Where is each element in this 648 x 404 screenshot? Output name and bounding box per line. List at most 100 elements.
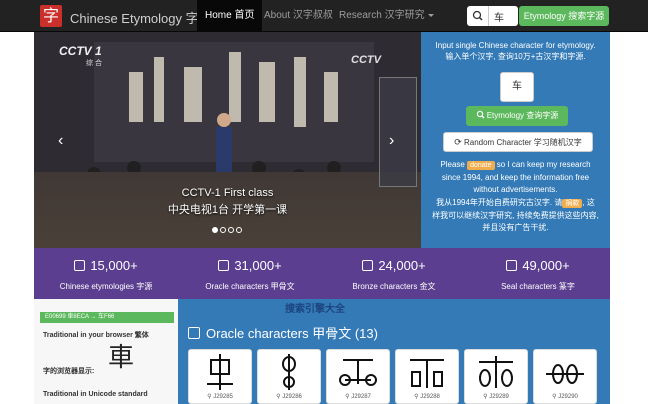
search-icon: ⚲ — [414, 394, 419, 400]
oracle-card-id-text: J29287 — [351, 394, 371, 400]
stat-bronze-value: 24,000+ — [378, 258, 426, 273]
stat-etymologies[interactable]: 15,000+ Chinese etymologies 字源 — [34, 248, 178, 299]
cctv1-sublabel: 综 合 — [86, 60, 102, 67]
traditional-character: 車 — [108, 343, 135, 373]
oracle-card-id-text: J29285 — [213, 394, 233, 400]
nav-home[interactable]: Home 首页 — [197, 0, 263, 32]
refresh-icon: ⟳ — [454, 137, 462, 147]
search-icon: ⚲ — [345, 394, 350, 400]
nav-research[interactable]: Research 汉字研究 — [331, 0, 442, 32]
program-sign — [379, 77, 417, 187]
donate-button[interactable]: donate — [467, 161, 495, 170]
oracle-card-id: ⚲ J29285 — [189, 393, 251, 403]
oracle-title: Oracle characters 甲骨文 (13) — [188, 323, 378, 342]
watermark-logo: 搜索引擎大全 — [285, 304, 345, 315]
search-icon: ⚲ — [552, 394, 557, 400]
carousel-dot[interactable] — [212, 227, 218, 233]
stat-seal-value: 49,000+ — [522, 258, 570, 273]
chevron-down-icon — [427, 13, 434, 17]
random-character-label: Random Character 学习随机汉字 — [463, 138, 582, 147]
oracle-card[interactable]: ⚲ J29288 — [395, 349, 459, 404]
carousel-dot[interactable] — [220, 227, 226, 233]
search-icon: ⚲ — [207, 394, 212, 400]
carousel-next-arrow[interactable]: › — [389, 132, 394, 150]
site-logo[interactable]: 字 — [40, 5, 62, 27]
traditional-unicode-label: Traditional in Unicode standard — [43, 391, 148, 398]
lookup-panel: Input single Chinese character for etymo… — [421, 32, 610, 248]
oracle-card-id: ⚲ J29290 — [534, 393, 596, 403]
hdd-icon — [362, 260, 374, 271]
oracle-glyph-image — [410, 359, 444, 388]
edit-icon — [218, 260, 230, 271]
carousel[interactable]: CCTV 1 综 合 CCTV ‹ › CCTV-1 First class 中… — [34, 32, 421, 248]
navbar: 字 Chinese Etymology 字源 Home 首页 About 汉字叔… — [0, 0, 648, 32]
stat-bronze[interactable]: 24,000+ Bronze characters 金文 — [322, 248, 466, 299]
oracle-panel: Oracle characters 甲骨文 (13) ⚲ J29285 ⚲ J2… — [178, 299, 610, 404]
zh-line2: 样我可以继续汉字研究, 持续免费提供这些内容, — [432, 211, 599, 220]
oracle-card-id: ⚲ J29287 — [327, 393, 389, 403]
cctv-logo: CCTV — [351, 54, 381, 66]
browser-display-label: 字的浏览器显示: — [43, 368, 95, 375]
unicode-panel: E00699 車8ECA → 车F66 Traditional in your … — [34, 299, 178, 404]
etymology-search-button[interactable]: Etymology 搜索字源 — [519, 6, 609, 26]
list-icon — [74, 260, 86, 271]
oracle-card[interactable]: ⚲ J29286 — [257, 349, 321, 404]
stat-seal-label: Seal characters 篆字 — [501, 282, 575, 291]
unicode-badge: E00699 車8ECA → 车F66 — [40, 312, 174, 323]
book-icon — [506, 260, 518, 271]
stat-oracle-number: 31,000+ — [178, 258, 322, 273]
carousel-dot[interactable] — [236, 227, 242, 233]
zh-line1-post: , 这 — [582, 198, 595, 207]
donate-zh-button[interactable]: 捐款 — [562, 199, 583, 208]
stats-bar: 15,000+ Chinese etymologies 字源 31,000+ O… — [34, 248, 610, 299]
oracle-card-id-text: J29289 — [489, 394, 509, 400]
search-icon: ⚲ — [276, 394, 281, 400]
nav-about[interactable]: About 汉字叔叔 — [256, 0, 341, 32]
oracle-title-text: Oracle characters 甲骨文 (13) — [206, 326, 378, 341]
character-input[interactable]: 车 — [500, 72, 534, 102]
search-input[interactable] — [491, 6, 518, 26]
stat-oracle[interactable]: 31,000+ Oracle characters 甲骨文 — [178, 248, 322, 299]
carousel-caption-en: CCTV-1 First class — [181, 187, 274, 199]
carousel-dot[interactable] — [228, 227, 234, 233]
carousel-caption-zh: 中央电视1台 开学第一课 — [167, 204, 288, 216]
instruction-en: Input single Chinese character for etymo… — [435, 41, 596, 50]
research-line2: since 1994, and keep the information fre… — [441, 173, 590, 182]
research-line3: without advertisements. — [473, 185, 558, 194]
search-icon: ⚲ — [483, 394, 488, 400]
carousel-indicators — [212, 220, 244, 233]
donate-pre-text: Please — [440, 160, 465, 169]
oracle-glyph-image — [282, 354, 296, 390]
oracle-card[interactable]: ⚲ J29289 — [464, 349, 528, 404]
stat-bronze-label: Bronze characters 金文 — [352, 282, 436, 291]
search-group — [467, 6, 518, 26]
oracle-card-id: ⚲ J29286 — [258, 393, 320, 403]
etymology-lookup-label: Etymology 查询字源 — [486, 111, 559, 120]
oracle-card[interactable]: ⚲ J29287 — [326, 349, 390, 404]
etymology-lookup-button[interactable]: Etymology 查询字源 — [466, 106, 568, 126]
edit-icon — [188, 327, 200, 339]
zh-line1: 我从1994年开始自费研究古汉字. 请捐款, 这 — [421, 198, 610, 208]
stat-seal[interactable]: 49,000+ Seal characters 篆字 — [466, 248, 610, 299]
instruction-zh: 输入单个汉字, 查询10万+古汉字和字源. — [445, 52, 586, 61]
oracle-card-id: ⚲ J29288 — [396, 393, 458, 403]
brand-name[interactable]: Chinese Etymology 字源 — [70, 8, 212, 27]
oracle-card-id-text: J29290 — [558, 394, 578, 400]
oracle-card[interactable]: ⚲ J29290 — [533, 349, 597, 404]
oracle-glyph-image — [546, 364, 584, 384]
cctv1-logo: CCTV 1 — [59, 44, 102, 58]
oracle-card[interactable]: ⚲ J29285 — [188, 349, 252, 404]
stat-oracle-value: 31,000+ — [234, 258, 282, 273]
oracle-glyph-image — [207, 354, 233, 390]
oracle-card-id: ⚲ J29289 — [465, 393, 527, 403]
stat-seal-number: 49,000+ — [466, 258, 610, 273]
stat-etymologies-value: 15,000+ — [90, 258, 138, 273]
search-icon — [472, 10, 483, 21]
search-icon — [476, 110, 485, 119]
random-character-button[interactable]: ⟳ Random Character 学习随机汉字 — [443, 132, 593, 152]
stat-etymologies-label: Chinese etymologies 字源 — [59, 282, 153, 291]
search-button[interactable] — [467, 6, 489, 26]
donate-post-text: so I can keep my research — [496, 160, 591, 169]
oracle-glyph-image — [479, 356, 513, 388]
carousel-prev-arrow[interactable]: ‹ — [58, 132, 63, 150]
